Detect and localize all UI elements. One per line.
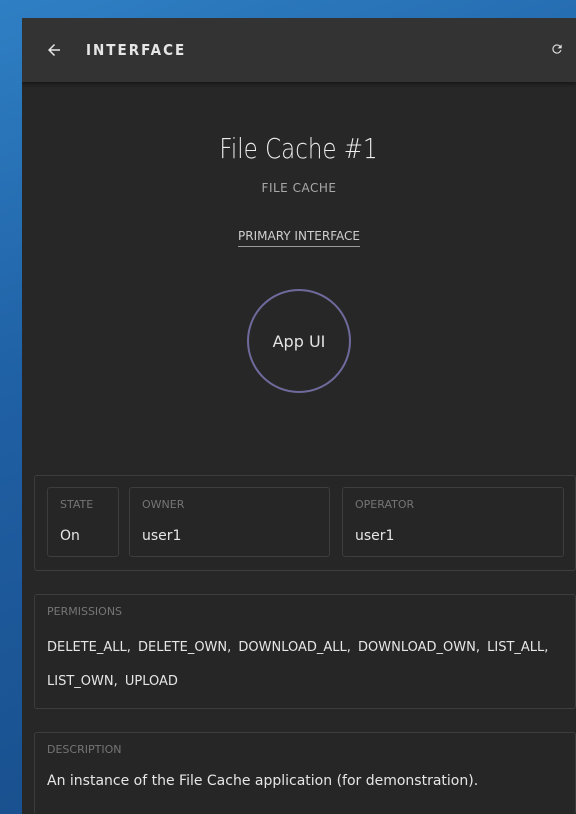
operator-value: user1 xyxy=(355,528,395,544)
description-card: DESCRIPTION An instance of the File Cach… xyxy=(34,732,576,814)
state-value: On xyxy=(60,528,80,544)
refresh-icon xyxy=(552,44,562,54)
arrow-left-icon xyxy=(48,44,60,56)
interface-panel: INTERFACE File Cache #1 FILE CACHE PRIMA… xyxy=(22,18,576,814)
state-label: STATE xyxy=(60,498,94,511)
primary-interface-link[interactable]: PRIMARY INTERFACE xyxy=(238,229,360,247)
refresh-button[interactable] xyxy=(546,38,568,60)
owner-field: OWNER user1 xyxy=(129,487,330,557)
properties-card: STATE On OWNER user1 OPERATOR user1 xyxy=(34,475,576,571)
app-type: FILE CACHE xyxy=(261,181,337,195)
app-ui-button[interactable]: App UI xyxy=(247,289,351,393)
owner-label: OWNER xyxy=(142,498,185,511)
operator-label: OPERATOR xyxy=(355,498,415,511)
permissions-list: DELETE_ALL, DELETE_OWN, DOWNLOAD_ALL, DO… xyxy=(47,640,549,689)
description-text: An instance of the File Cache applicatio… xyxy=(47,773,479,789)
operator-field: OPERATOR user1 xyxy=(342,487,564,557)
top-app-bar: INTERFACE xyxy=(22,18,576,82)
app-name: File Cache #1 xyxy=(219,132,379,165)
owner-value: user1 xyxy=(142,528,182,544)
state-field: STATE On xyxy=(47,487,119,557)
back-button[interactable] xyxy=(42,38,66,62)
page-title: INTERFACE xyxy=(86,41,187,59)
app-header: File Cache #1 FILE CACHE PRIMARY INTERFA… xyxy=(22,82,576,393)
permissions-label: PERMISSIONS xyxy=(47,605,123,618)
permissions-card: PERMISSIONS DELETE_ALL, DELETE_OWN, DOWN… xyxy=(34,594,576,709)
description-label: DESCRIPTION xyxy=(47,743,122,756)
app-ui-label: App UI xyxy=(272,331,326,351)
